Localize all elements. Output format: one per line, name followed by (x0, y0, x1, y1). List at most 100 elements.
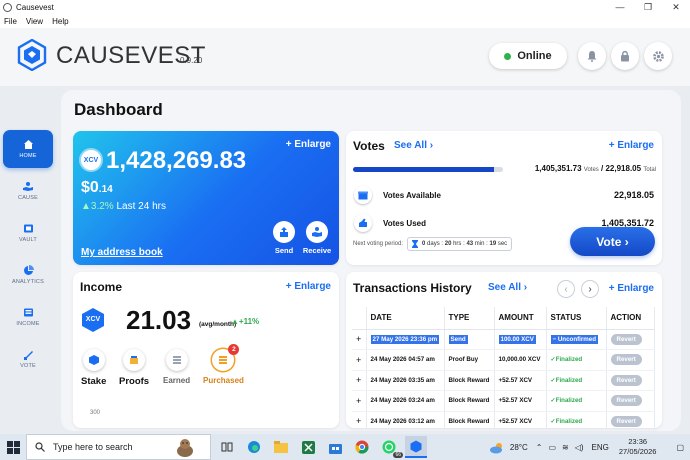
purchased-button[interactable]: 2 Purchased (203, 344, 244, 385)
close-icon[interactable]: ✕ (662, 2, 690, 13)
hourglass-icon (412, 240, 419, 248)
notifications-button[interactable] (578, 42, 606, 70)
table-row[interactable]: + 27 May 2026 23:36 pm Send 100.00 XCV −… (352, 329, 655, 350)
file-explorer-icon[interactable] (270, 436, 292, 458)
ballot-box-icon (354, 186, 372, 204)
tx-type: Block Reward (444, 370, 495, 391)
receive-button[interactable]: Receive (303, 221, 331, 255)
transactions-see-all-link[interactable]: See All › (488, 282, 527, 293)
coin-stack-gold-icon: 2 (212, 344, 240, 371)
tray-chevron-icon[interactable]: ⌃ (536, 443, 543, 452)
notification-center-icon[interactable]: ▢ (676, 443, 684, 452)
earned-label: Earned (163, 376, 191, 385)
tx-status: ✓Finalized (546, 390, 607, 412)
votes-title: Votes (353, 139, 385, 153)
temperature[interactable]: 28°C (510, 443, 528, 452)
next-voting-period: Next voting period: 0 days : 20 hrs : 43… (353, 237, 513, 251)
transactions-card: Transactions History See All › ‹ › + Enl… (346, 272, 662, 428)
sidebar-item-vault[interactable]: VAULT (3, 214, 53, 252)
task-view-icon[interactable] (216, 436, 238, 458)
clock-date: 27/05/2026 (618, 447, 657, 456)
wifi-icon[interactable]: ≋ (562, 443, 569, 452)
timer-hrs: 20 (444, 241, 452, 247)
votes-counts: 1,405,351.73 Votes / 22,918.05 Total (534, 164, 656, 173)
transactions-enlarge-button[interactable]: + Enlarge (609, 283, 654, 294)
expand-row-icon[interactable]: + (352, 329, 367, 350)
weather-icon[interactable] (489, 441, 505, 454)
battery-icon[interactable]: ▭ (548, 443, 556, 452)
sidebar-item-cause[interactable]: CAUSE (3, 172, 53, 210)
revert-button[interactable]: Revert (610, 354, 642, 366)
timer-min-label: min : (474, 241, 488, 247)
proofs-button[interactable]: Proofs (119, 349, 149, 387)
votes-enlarge-button[interactable]: + Enlarge (609, 140, 654, 151)
tx-status-text: Finalized (555, 376, 583, 384)
change-percent: 3.2% (90, 201, 114, 212)
send-icon (273, 221, 295, 243)
table-row[interactable]: + 24 May 2026 04:57 am Proof Buy 10,000.… (352, 349, 655, 371)
earned-button[interactable]: Earned (163, 349, 190, 385)
send-button[interactable]: Send (271, 221, 297, 255)
income-value: 21.03 (126, 305, 192, 335)
chart-axis-tick: 300 (90, 410, 101, 416)
prev-page-button[interactable]: ‹ (557, 280, 575, 298)
income-enlarge-button[interactable]: + Enlarge (286, 281, 331, 292)
online-status-badge[interactable]: Online (489, 43, 567, 69)
taskbar-search-box[interactable]: Type here to search (26, 434, 211, 460)
proofs-label: Proofs (119, 376, 150, 387)
edge-browser-icon[interactable] (243, 436, 265, 458)
language-indicator[interactable]: ENG (592, 443, 609, 452)
expand-row-icon[interactable]: + (352, 390, 367, 412)
table-row[interactable]: + 24 May 2026 03:24 am Block Reward +52.… (352, 390, 655, 412)
whatsapp-icon[interactable]: 66 (378, 436, 403, 458)
sidebar-item-analytics[interactable]: ANALYTICS (3, 256, 53, 294)
next-page-button[interactable]: › (581, 280, 599, 298)
sidebar-item-vote[interactable]: VOTE (3, 340, 53, 378)
menu-help[interactable]: Help (52, 17, 68, 26)
minimize-icon[interactable]: — (606, 2, 634, 13)
chrome-icon[interactable] (351, 436, 373, 458)
receive-icon (306, 221, 328, 243)
income-change-value: +11% (238, 317, 260, 326)
menubar: File View Help (0, 14, 690, 28)
balance-change: ▲3.2% Last 24 hrs (81, 201, 166, 212)
revert-button[interactable]: Revert (610, 395, 642, 407)
revert-button[interactable]: Revert (610, 333, 642, 345)
timer-hrs-label: hrs : (453, 241, 465, 247)
home-icon (23, 140, 33, 149)
expand-row-icon[interactable]: + (352, 411, 367, 428)
vote-button[interactable]: Vote › (570, 227, 655, 256)
balance-enlarge-button[interactable]: + Enlarge (286, 139, 331, 150)
menu-view[interactable]: View (26, 17, 43, 26)
causevest-taskbar-icon[interactable] (405, 436, 427, 458)
sidebar-item-label: INCOME (16, 321, 40, 327)
lock-button[interactable] (611, 42, 639, 70)
up-arrow-icon: ▲ (231, 317, 239, 326)
expand-row-icon[interactable]: + (352, 349, 367, 371)
xcv-coin-icon: XCV (79, 148, 103, 172)
timer-days-label: days : (427, 241, 444, 247)
excel-icon[interactable] (297, 436, 319, 458)
xcv-stake-icon (82, 349, 105, 371)
revert-button[interactable]: Revert (610, 374, 642, 386)
sidebar-item-income[interactable]: INCOME (3, 298, 53, 336)
settings-button[interactable] (644, 42, 672, 70)
table-header-row: DATE TYPE AMOUNT STATUS ACTION (352, 307, 655, 330)
balance-amount: 1,428,269.83 (106, 147, 247, 174)
windows-start-button[interactable] (0, 434, 26, 460)
coin-stack-icon (165, 349, 188, 371)
sidebar-item-home[interactable]: HOME (3, 130, 53, 168)
votes-see-all-link[interactable]: See All › (394, 140, 433, 151)
expand-row-icon[interactable]: + (352, 370, 367, 391)
volume-icon[interactable]: ◁) (575, 443, 584, 452)
menu-file[interactable]: File (4, 17, 17, 26)
tx-status-text: Finalized (555, 356, 583, 364)
table-row[interactable]: + 24 May 2026 03:35 am Block Reward +52.… (352, 370, 655, 391)
table-row[interactable]: + 24 May 2026 03:12 am Block Reward +52.… (352, 411, 655, 428)
address-book-link[interactable]: My address book (81, 247, 163, 258)
stake-button[interactable]: Stake (81, 349, 106, 387)
restore-icon[interactable]: ❐ (634, 2, 662, 13)
revert-button[interactable]: Revert (610, 415, 642, 427)
taskbar-clock[interactable]: 23:36 27/05/2026 (619, 437, 657, 457)
store-icon[interactable] (324, 436, 346, 458)
